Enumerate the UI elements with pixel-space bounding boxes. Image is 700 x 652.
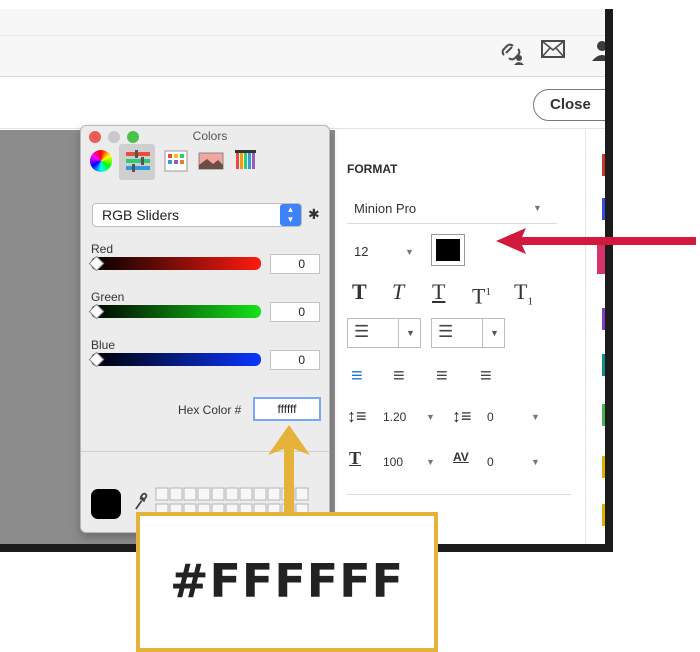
mode-stepper[interactable]: ▲ ▼ [280,204,301,226]
image-palettes-icon[interactable] [196,146,226,176]
superscript-button[interactable]: T1 [472,280,491,308]
color-mode-select[interactable]: RGB Sliders [92,203,302,227]
green-label: Green [91,290,125,304]
pencils-icon[interactable] [231,146,261,176]
chevron-down-icon[interactable]: ▼ [426,412,435,422]
numbered-list-icon: ☰ [438,322,454,341]
numbered-list-dropdown[interactable]: ☰ ▼ [431,318,505,348]
italic-button[interactable]: T [392,280,404,304]
tracking-select[interactable]: 0 [487,455,494,469]
superscript-glyph: T [472,283,486,309]
color-sliders-icon[interactable] [123,146,153,176]
bold-button[interactable]: T [352,280,367,304]
chevron-down-icon[interactable]: ▼ [426,457,435,467]
side-rail [585,130,605,544]
mail-icon[interactable] [541,39,565,66]
color-palettes-icon[interactable] [161,146,191,176]
user-icon-svg [592,41,605,61]
horizontal-scale-icon: T [349,448,362,468]
document-header: Close [0,77,605,129]
rail-marker[interactable] [602,154,605,176]
line-spacing-icon: ↕≡ [347,406,367,426]
hex-callout-box: #FFFFFF [136,512,438,652]
red-label: Red [91,242,114,256]
hex-callout-text: #FFFFFF [169,554,405,608]
panel-divider [347,494,571,495]
gear-icon[interactable]: ✱ [308,206,320,223]
align-right-icon[interactable]: ≡ [436,366,448,386]
rail-marker[interactable] [602,308,605,330]
subscript-button[interactable]: T1 [514,280,533,313]
chevron-down-icon[interactable]: ▼ [531,457,540,467]
bullet-list-dropdown[interactable]: ☰ ▼ [347,318,421,348]
underline-button[interactable]: T [432,280,445,304]
font-family-select[interactable]: Minion Pro [354,201,416,216]
user-icon[interactable] [592,39,605,69]
chevron-down-icon[interactable]: ▼ [531,412,540,422]
line-spacing-select[interactable]: 1.20 [383,410,406,424]
subscript-glyph: T [514,279,528,304]
rail-marker[interactable] [602,198,605,220]
share-link-icon-svg [501,43,524,65]
paragraph-spacing-select[interactable]: 0 [487,410,494,424]
blue-slider[interactable] [91,353,261,366]
paragraph-spacing-icon: ↕≡ [452,406,472,426]
close-button[interactable]: Close [533,89,605,121]
dropdown-divider [398,319,399,347]
blue-value-field[interactable]: 0 [270,350,320,370]
mail-icon-svg [541,40,565,58]
chevron-down-icon[interactable]: ▼ [533,203,542,213]
color-wheel-icon[interactable] [90,150,112,172]
rail-marker[interactable] [602,354,605,376]
format-panel-title: FORMAT [347,162,398,176]
gold-annotation-arrow [268,425,310,517]
toolbar-divider [0,35,605,36]
format-panel: FORMAT Minion Pro ▼ 12 ▼ T T T T1 T1 ☰ ▼ [335,130,585,544]
text-color-fill [436,239,460,261]
window-title: Colors [192,129,228,143]
green-value-field[interactable]: 0 [270,302,320,322]
horizontal-scale-select[interactable]: 100 [383,455,403,469]
rail-marker[interactable] [602,456,605,478]
font-select-underline [347,223,557,224]
dropdown-divider [482,319,483,347]
chevron-down-icon[interactable]: ▼ [406,328,415,338]
tracking-icon: AV [453,450,469,464]
blue-label: Blue [91,338,116,352]
hex-color-input[interactable]: ffffff [253,397,321,421]
red-slider[interactable] [91,257,261,270]
stage: Close FORMAT Minion Pro ▼ 12 ▼ T T T T1 … [0,0,700,652]
top-toolbar [0,9,605,77]
hex-color-label: Hex Color # [178,403,242,417]
share-link-icon[interactable] [498,39,524,71]
chevron-down-icon[interactable]: ▼ [405,247,414,257]
align-center-icon[interactable]: ≡ [393,366,405,386]
rail-marker[interactable] [602,404,605,426]
align-left-icon[interactable]: ≡ [351,366,363,386]
current-color-swatch[interactable] [91,489,121,519]
rail-marker[interactable] [602,504,605,526]
red-annotation-arrow [496,228,696,254]
font-size-select[interactable]: 12 [354,244,368,259]
green-slider[interactable] [91,305,261,318]
text-color-swatch[interactable] [431,234,465,266]
eyedropper-icon-svg [135,492,148,510]
align-justify-icon[interactable]: ≡ [480,366,492,386]
bullet-list-icon: ☰ [354,322,370,341]
red-value-field[interactable]: 0 [270,254,320,274]
chevron-down-icon[interactable]: ▼ [490,328,499,338]
